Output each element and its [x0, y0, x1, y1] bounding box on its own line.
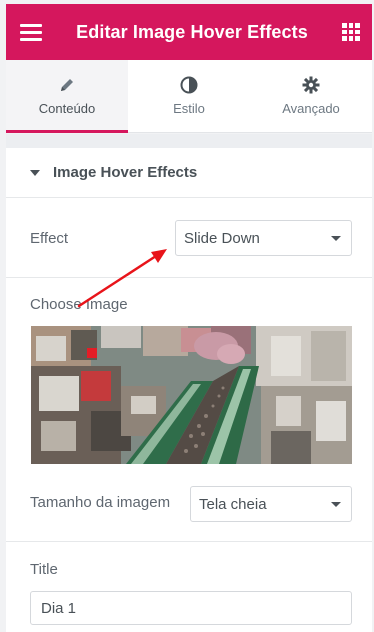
widgets-grid-icon[interactable] [342, 23, 360, 41]
section-spacer [6, 134, 372, 148]
tab-content[interactable]: Conteúdo [6, 60, 128, 133]
image-size-select-value: Tela cheia [199, 495, 267, 513]
chevron-down-icon [331, 236, 341, 241]
editor-header: Editar Image Hover Effects [6, 4, 372, 60]
effect-select[interactable]: Slide Down [175, 220, 352, 256]
panel-tabs: Conteúdo Estilo Avançado [6, 60, 372, 133]
choose-image-label: Choose Image [30, 296, 128, 313]
tab-advanced[interactable]: Avançado [250, 60, 372, 132]
image-size-label: Tamanho da imagem [30, 494, 171, 511]
hamburger-menu-icon[interactable] [20, 23, 42, 41]
pencil-icon [58, 76, 76, 94]
title-input-value: Dia 1 [41, 599, 77, 617]
tab-style[interactable]: Estilo [128, 60, 250, 132]
half-circle-icon [180, 76, 198, 94]
title-label: Title [30, 561, 58, 578]
effect-label: Effect [30, 230, 69, 247]
chevron-down-icon [331, 502, 341, 507]
section-toggle[interactable]: Image Hover Effects [6, 148, 372, 198]
title-input[interactable]: Dia 1 [30, 591, 352, 625]
section-title: Image Hover Effects [53, 164, 198, 181]
caret-down-icon [30, 169, 40, 176]
image-preview[interactable] [31, 326, 352, 464]
tab-content-label: Conteúdo [38, 101, 96, 116]
controls-panel: Image Hover Effects Effect Slide Down Ch… [6, 148, 372, 632]
effect-select-value: Slide Down [184, 229, 260, 247]
city-street-photo [31, 326, 352, 464]
tab-style-label: Estilo [173, 101, 205, 116]
image-size-select[interactable]: Tela cheia [190, 486, 352, 522]
tab-advanced-label: Avançado [282, 101, 340, 116]
effect-control: Effect Slide Down [6, 198, 372, 278]
gear-icon [302, 76, 320, 94]
image-size-control: Tamanho da imagem Tela cheia [6, 464, 372, 542]
panel-title: Editar Image Hover Effects [76, 21, 308, 42]
